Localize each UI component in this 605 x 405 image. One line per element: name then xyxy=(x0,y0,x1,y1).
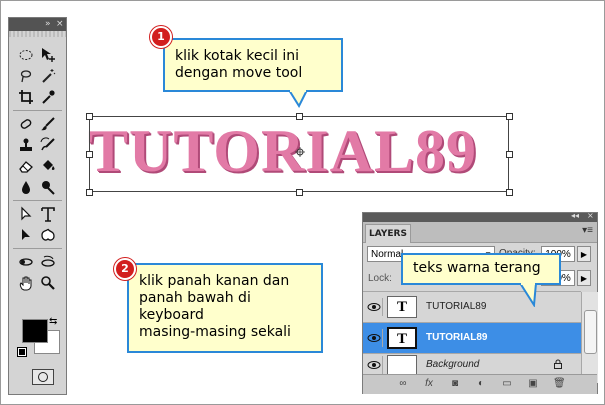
swap-colors-icon[interactable]: ⇆ xyxy=(49,316,57,327)
callout-2-line-1: klik panah kanan dan xyxy=(139,273,290,289)
collapse-arrows-icon[interactable]: ◂◂ xyxy=(571,211,579,220)
3d-orbit-icon[interactable] xyxy=(38,252,58,272)
transform-handle-bottom-right[interactable] xyxy=(506,189,513,196)
scrollbar-thumb[interactable] xyxy=(584,310,597,354)
layer-name: Background xyxy=(426,359,480,370)
new-group-icon[interactable]: ▭ xyxy=(501,378,513,390)
move-icon[interactable] xyxy=(38,45,58,65)
instruction-callout-2: klik panah kanan dan panah bawah di keyb… xyxy=(127,263,323,353)
history-brush-icon[interactable] xyxy=(38,135,58,155)
transform-handle-middle-left[interactable] xyxy=(86,151,93,158)
callout-2-line-2: panah bawah di xyxy=(139,290,251,306)
adjustment-layer-icon[interactable]: ◐ xyxy=(475,378,487,390)
callout-1-line-1: klik kotak kecil ini xyxy=(175,48,300,64)
opacity-slider-button[interactable]: ▶ xyxy=(577,246,591,262)
crop-icon[interactable] xyxy=(16,87,36,107)
quick-mask-icon[interactable] xyxy=(32,369,54,385)
paint-bucket-icon[interactable] xyxy=(38,156,58,176)
panel-menu-icon[interactable]: ▾≡ xyxy=(582,225,593,236)
eyedropper-icon[interactable] xyxy=(38,87,58,107)
foreground-color-swatch[interactable] xyxy=(22,319,48,343)
layer-row[interactable]: T TUTORIAL89 xyxy=(363,291,581,322)
layers-tabbar: LAYERS ▾≡ xyxy=(363,222,597,243)
layer-name: TUTORIAL89 xyxy=(426,332,488,343)
tools-grip[interactable] xyxy=(9,31,66,37)
callout-1-line-2: dengan move tool xyxy=(175,65,303,81)
lasso-icon[interactable] xyxy=(16,66,36,86)
default-colors-icon[interactable] xyxy=(17,347,27,357)
dodge-icon[interactable] xyxy=(38,177,58,197)
tools-panel: » × ⇆ xyxy=(8,17,67,395)
close-icon[interactable]: × xyxy=(56,18,64,31)
callout-2-line-3: keyboard xyxy=(139,307,204,323)
magic-wand-icon[interactable] xyxy=(38,66,58,86)
hand-icon[interactable] xyxy=(16,273,36,293)
path-selection-icon[interactable] xyxy=(16,204,36,224)
callout-1-pointer xyxy=(288,90,308,108)
lock-label: Lock: xyxy=(368,273,392,284)
layer-thumbnail xyxy=(387,355,417,375)
close-icon[interactable]: × xyxy=(587,211,594,220)
layer-style-icon[interactable]: fx xyxy=(423,378,435,390)
marquee-icon[interactable] xyxy=(16,45,36,65)
blur-icon[interactable] xyxy=(16,177,36,197)
blend-mode-value: Normal xyxy=(371,249,404,260)
delete-layer-icon[interactable]: 🗑 xyxy=(553,378,566,390)
transform-handle-bottom-center[interactable] xyxy=(296,189,303,196)
layer-row[interactable]: Background xyxy=(363,353,581,375)
layer-row-selected[interactable]: T TUTORIAL89 xyxy=(363,322,581,353)
layer-thumbnail: T xyxy=(387,327,417,349)
tools-titlebar[interactable]: » × xyxy=(9,18,66,31)
transform-handle-middle-right[interactable] xyxy=(506,151,513,158)
layer-name: TUTORIAL89 xyxy=(426,301,487,312)
instruction-callout-1: klik kotak kecil ini dengan move tool xyxy=(163,38,343,92)
transform-handle-bottom-left[interactable] xyxy=(86,189,93,196)
instruction-callout-3: teks warna terang xyxy=(401,253,561,285)
direct-selection-icon[interactable] xyxy=(16,225,36,245)
visibility-eye-icon[interactable] xyxy=(366,298,383,316)
layers-footer: ∞ fx ◙ ◐ ▭ ▣ 🗑 xyxy=(363,374,597,394)
layers-titlebar[interactable]: ◂◂ × xyxy=(363,211,597,222)
visibility-eye-icon[interactable] xyxy=(366,356,383,374)
transform-center-icon[interactable] xyxy=(295,147,305,157)
layers-scrollbar[interactable] xyxy=(581,292,598,383)
custom-shape-icon[interactable] xyxy=(38,225,58,245)
clone-stamp-icon[interactable] xyxy=(16,135,36,155)
visibility-eye-icon[interactable] xyxy=(366,329,383,347)
lock-icon xyxy=(554,359,562,369)
new-layer-icon[interactable]: ▣ xyxy=(527,378,539,390)
tab-layers[interactable]: LAYERS xyxy=(365,224,411,243)
layer-thumbnail: T xyxy=(387,296,417,318)
fill-slider-button[interactable]: ▶ xyxy=(577,270,591,286)
zoom-icon[interactable] xyxy=(38,273,58,293)
healing-brush-icon[interactable] xyxy=(16,114,36,134)
transform-handle-top-right[interactable] xyxy=(506,113,513,120)
add-mask-icon[interactable]: ◙ xyxy=(449,378,461,390)
3d-rotate-icon[interactable] xyxy=(16,252,36,272)
transform-handle-top-center[interactable] xyxy=(296,113,303,120)
link-layers-icon[interactable]: ∞ xyxy=(397,378,409,390)
eraser-icon[interactable] xyxy=(16,156,36,176)
transform-handle-top-left[interactable] xyxy=(86,113,93,120)
type-icon[interactable] xyxy=(38,204,58,224)
callout-2-line-4: masing-masing sekali xyxy=(139,324,291,340)
callout-3-pointer xyxy=(519,283,537,307)
brush-icon[interactable] xyxy=(38,114,58,134)
step-badge-1: 1 xyxy=(150,26,172,48)
step-badge-2: 2 xyxy=(114,258,136,280)
collapse-arrows-icon[interactable]: » xyxy=(45,18,51,31)
layers-panel: ◂◂ × LAYERS ▾≡ Normal▼ Opacity: 100% ▶ L… xyxy=(362,211,598,394)
